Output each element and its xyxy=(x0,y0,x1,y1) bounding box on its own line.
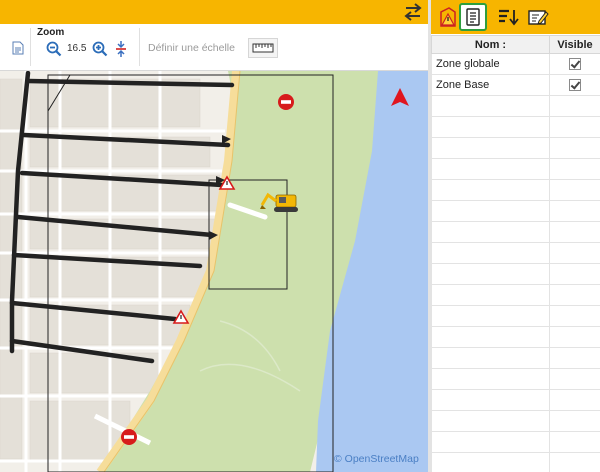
empty-cell xyxy=(549,221,600,243)
empty-table-row xyxy=(431,410,600,432)
visible-checkbox[interactable] xyxy=(569,58,581,71)
empty-cell xyxy=(549,137,600,159)
column-header-visible[interactable]: Visible xyxy=(549,35,600,54)
table-row[interactable]: Zone Base xyxy=(431,74,600,96)
empty-table-row xyxy=(431,389,600,411)
visible-checkbox[interactable] xyxy=(569,79,581,92)
map-canvas[interactable] xyxy=(0,71,428,472)
empty-table-row xyxy=(431,452,600,472)
empty-cell xyxy=(549,410,600,432)
layers-table-icon xyxy=(466,8,480,26)
table-row[interactable]: Zone globale xyxy=(431,53,600,75)
zoom-level-value: 16.5 xyxy=(67,43,87,54)
layers-table-header: Nom : Visible xyxy=(431,35,600,54)
layer-visible-cell xyxy=(549,53,600,75)
empty-cell xyxy=(549,242,600,264)
empty-cell xyxy=(549,263,600,285)
empty-cell xyxy=(431,242,550,264)
empty-cell xyxy=(549,158,600,180)
empty-cell xyxy=(431,284,550,306)
app-window: Zoom 16.5 Définir une échelle © OpenStre… xyxy=(0,0,600,472)
zone-warning-icon[interactable] xyxy=(437,6,459,28)
empty-cell xyxy=(431,95,550,117)
no-entry-sign-icon[interactable] xyxy=(278,94,294,110)
column-header-name[interactable]: Nom : xyxy=(431,35,550,54)
map-title-bar xyxy=(0,0,428,24)
scale-ruler-icon[interactable] xyxy=(248,38,278,58)
empty-cell xyxy=(431,389,550,411)
empty-cell xyxy=(549,368,600,390)
sort-icon[interactable] xyxy=(497,6,519,28)
edit-layer-icon[interactable] xyxy=(527,6,549,28)
zoom-group-label: Zoom xyxy=(37,27,65,38)
empty-table-row xyxy=(431,221,600,243)
zoom-fit-icon[interactable] xyxy=(114,40,128,58)
empty-cell xyxy=(431,200,550,222)
empty-cell xyxy=(549,200,600,222)
empty-cell xyxy=(549,431,600,453)
empty-table-row xyxy=(431,116,600,138)
empty-table-row xyxy=(431,431,600,453)
define-scale-button[interactable]: Définir une échelle xyxy=(148,42,235,54)
empty-cell xyxy=(549,284,600,306)
empty-cell xyxy=(549,326,600,348)
empty-table-row xyxy=(431,326,600,348)
layers-table-button[interactable] xyxy=(459,3,487,31)
empty-cell xyxy=(549,389,600,411)
empty-table-row xyxy=(431,179,600,201)
layer-name[interactable]: Zone globale xyxy=(431,53,550,75)
ribbon-separator xyxy=(30,28,31,66)
layer-visible-cell xyxy=(549,74,600,96)
zoom-out-icon[interactable] xyxy=(46,41,62,57)
empty-cell xyxy=(431,431,550,453)
empty-cell xyxy=(549,95,600,117)
empty-cell xyxy=(431,158,550,180)
layer-name[interactable]: Zone Base xyxy=(431,74,550,96)
document-icon[interactable] xyxy=(12,41,24,55)
empty-table-row xyxy=(431,263,600,285)
empty-table-row xyxy=(431,200,600,222)
osm-attribution[interactable]: © OpenStreetMap xyxy=(334,453,419,465)
empty-cell xyxy=(431,368,550,390)
empty-cell xyxy=(549,116,600,138)
map-pane: Zoom 16.5 Définir une échelle © OpenStre… xyxy=(0,0,428,472)
empty-table-row xyxy=(431,305,600,327)
layers-table: Nom : Visible Zone globale Zone Base xyxy=(431,35,600,472)
empty-cell xyxy=(431,179,550,201)
empty-table-row xyxy=(431,242,600,264)
ribbon-separator xyxy=(139,28,140,66)
empty-cell xyxy=(431,137,550,159)
empty-cell xyxy=(431,221,550,243)
empty-cell xyxy=(431,452,550,472)
empty-cell xyxy=(431,305,550,327)
layers-pane: Nom : Visible Zone globale Zone Base xyxy=(431,0,600,472)
layers-toolbar xyxy=(431,0,600,34)
zoom-in-icon[interactable] xyxy=(92,41,108,57)
empty-cell xyxy=(431,326,550,348)
empty-cell xyxy=(431,410,550,432)
empty-cell xyxy=(431,347,550,369)
no-entry-sign-icon[interactable] xyxy=(121,429,137,445)
empty-cell xyxy=(431,263,550,285)
empty-table-row xyxy=(431,284,600,306)
empty-table-row xyxy=(431,137,600,159)
empty-cell xyxy=(549,347,600,369)
empty-cell xyxy=(549,179,600,201)
empty-cell xyxy=(549,452,600,472)
empty-table-row xyxy=(431,158,600,180)
map-ribbon: Zoom 16.5 Définir une échelle xyxy=(0,24,428,71)
swap-panels-icon[interactable] xyxy=(402,2,424,22)
empty-table-row xyxy=(431,368,600,390)
empty-table-row xyxy=(431,347,600,369)
empty-cell xyxy=(549,305,600,327)
empty-table-row xyxy=(431,95,600,117)
empty-cell xyxy=(431,116,550,138)
